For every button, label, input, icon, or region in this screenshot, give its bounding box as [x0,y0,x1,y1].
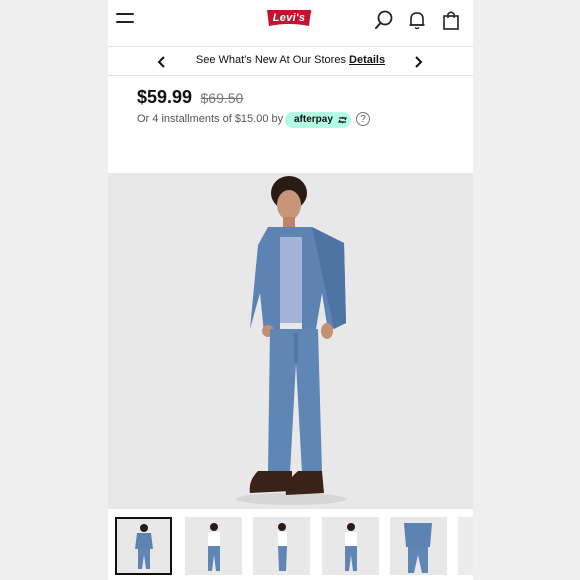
afterpay-label: afterpay [294,114,333,125]
installments-text: Or 4 installments of $15.00 by [137,113,284,125]
thumbnail-3[interactable] [253,517,310,575]
product-page: Levi's See What's New At Our Stores Deta… [108,0,473,580]
thumbnail-4[interactable] [322,517,379,575]
promo-text: See What's New At Our Stores [195,54,346,66]
chevron-right-icon[interactable] [413,55,423,68]
promo-banner: See What's New At Our Stores Details [108,46,473,76]
shopping-bag-icon[interactable] [440,9,462,31]
thumbnail-6-partial[interactable] [458,517,473,575]
search-icon[interactable] [373,9,395,31]
promo-details-link[interactable]: Details [349,54,385,66]
price-row: $59.99 $69.50 [137,87,243,108]
original-price: $69.50 [200,90,244,106]
product-main-image[interactable] [108,173,473,509]
help-icon[interactable]: ? [356,112,370,126]
thumbnail-1[interactable] [115,517,172,575]
afterpay-badge[interactable]: afterpay [285,112,351,128]
hamburger-icon[interactable] [116,13,134,27]
thumbnail-image [322,517,379,575]
left-background [0,0,108,580]
right-background [473,0,580,580]
thumbnail-5[interactable] [390,517,447,575]
top-nav: Levi's [108,0,473,45]
thumbnail-image [253,517,310,575]
logo-text: Levi's [272,12,306,24]
current-price: $59.99 [137,87,193,107]
levis-logo[interactable]: Levi's [265,8,313,30]
thumbnail-2[interactable] [185,517,242,575]
thumbnail-image [390,517,447,575]
model-denim-outfit-image [108,173,473,509]
thumbnail-image [185,517,242,575]
afterpay-arrows-icon [338,116,347,124]
bell-icon[interactable] [406,9,428,31]
thumbnail-image [117,519,170,573]
thumbnail-strip [108,509,473,580]
